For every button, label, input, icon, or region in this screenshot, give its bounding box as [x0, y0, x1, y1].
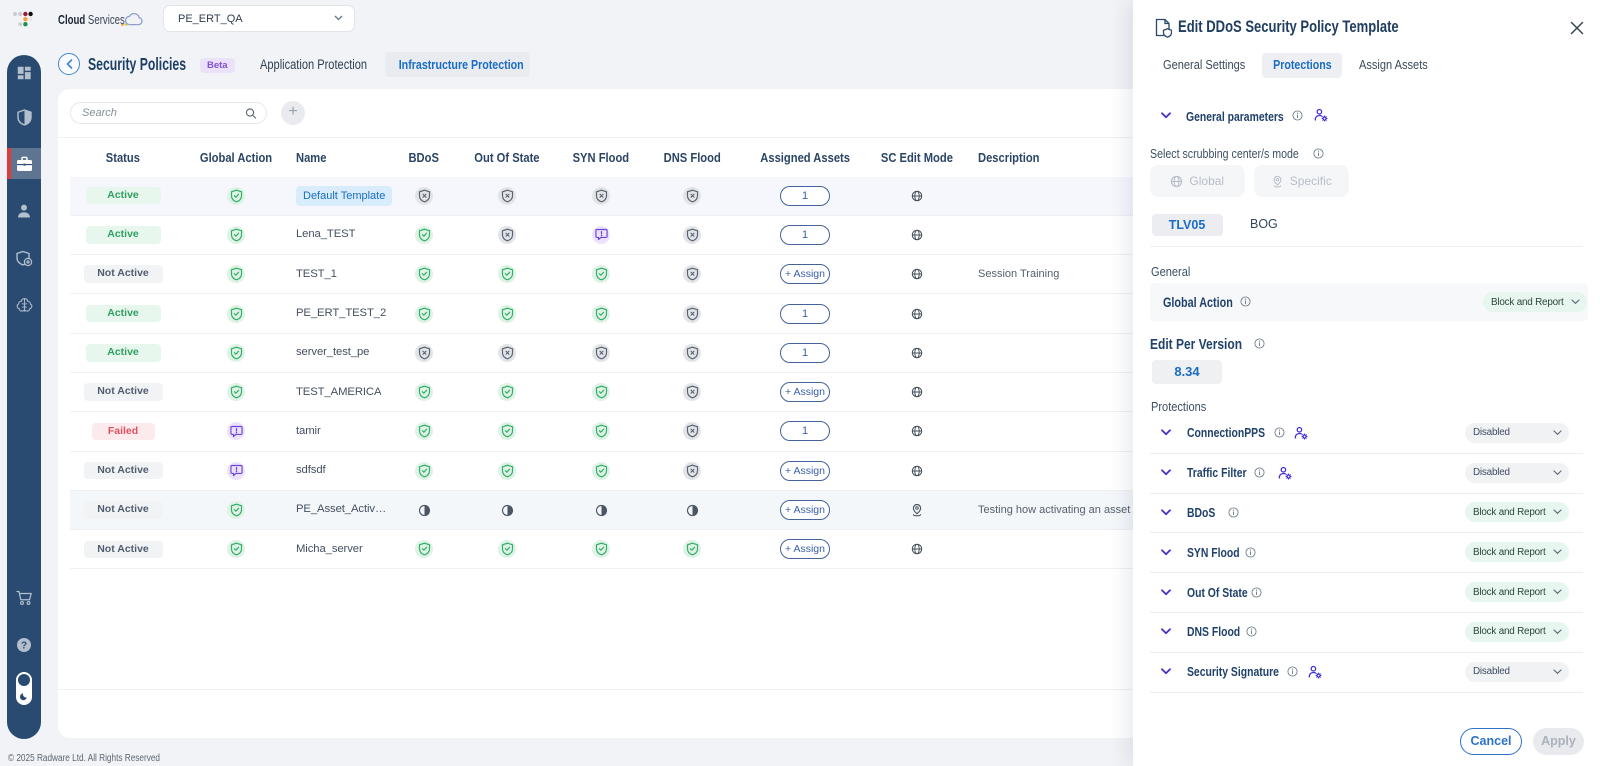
svg-text:?: ? — [21, 640, 27, 651]
